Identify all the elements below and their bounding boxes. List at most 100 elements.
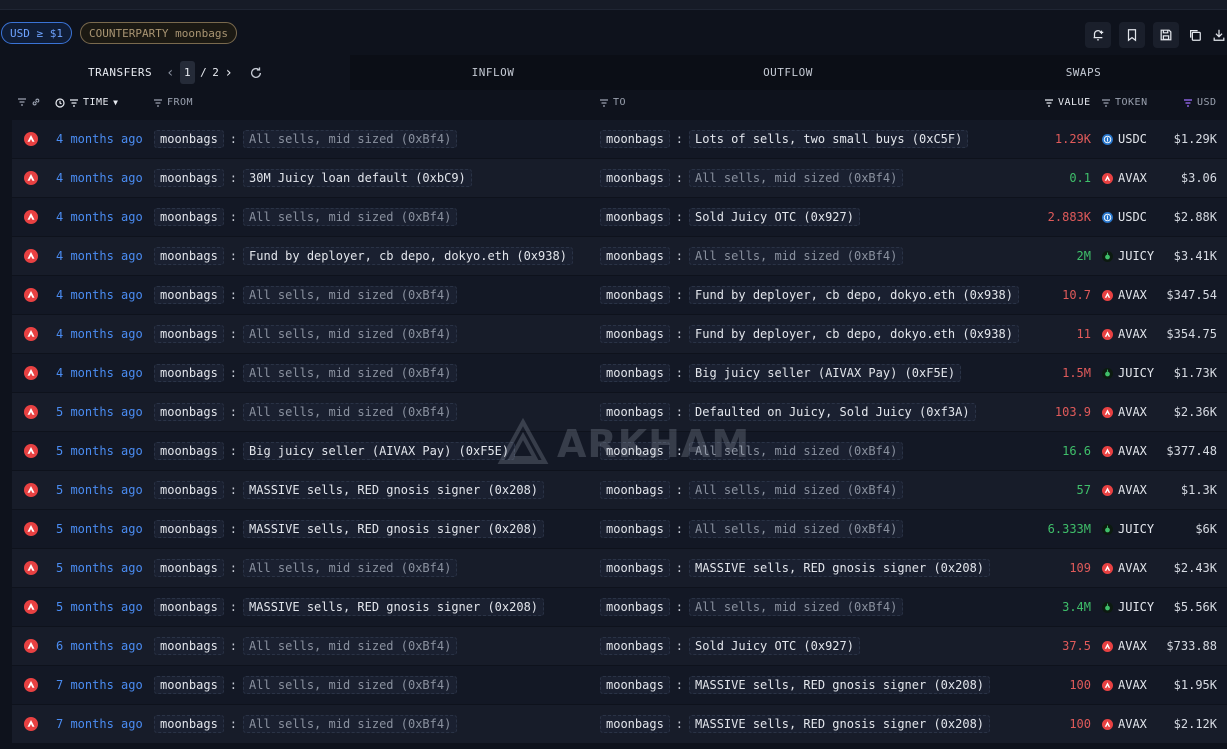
token-cell[interactable]: AVAX [1102, 315, 1147, 353]
from-address[interactable]: MASSIVE sells, RED gnosis signer (0x208) [243, 598, 545, 616]
token-cell[interactable]: JUICY [1102, 237, 1154, 275]
from-address[interactable]: All sells, mid sized (0xBf4) [243, 715, 458, 733]
to-address[interactable]: All sells, mid sized (0xBf4) [689, 442, 904, 460]
to-address[interactable]: All sells, mid sized (0xBf4) [689, 520, 904, 538]
to-entity[interactable]: moonbags [600, 598, 670, 616]
to-address[interactable]: Sold Juicy OTC (0x927) [689, 208, 860, 226]
table-row[interactable]: 5 months ago moonbags: MASSIVE sells, RED … [12, 510, 1227, 549]
tab-transfers[interactable]: TRANSFERS ‹ 1 / 2 › [0, 55, 350, 90]
from-address[interactable]: All sells, mid sized (0xBf4) [243, 676, 458, 694]
tab-inflow[interactable]: INFLOW [350, 55, 636, 90]
to-address[interactable]: MASSIVE sells, RED gnosis signer (0x208) [689, 715, 991, 733]
from-entity[interactable]: moonbags [154, 676, 224, 694]
from-address[interactable]: MASSIVE sells, RED gnosis signer (0x208) [243, 481, 545, 499]
tab-outflow[interactable]: OUTFLOW [636, 55, 940, 90]
time-link[interactable]: 6 months ago [56, 627, 143, 665]
alert-button[interactable] [1085, 22, 1111, 48]
to-address[interactable]: Lots of sells, two small buys (0xC5F) [689, 130, 969, 148]
to-entity[interactable]: moonbags [600, 403, 670, 421]
table-row[interactable]: 4 months ago moonbags: All sells, mid size… [12, 315, 1227, 354]
from-entity[interactable]: moonbags [154, 169, 224, 187]
to-address[interactable]: All sells, mid sized (0xBf4) [689, 247, 904, 265]
to-address[interactable]: Big juicy seller (AIVAX Pay) (0xF5E) [689, 364, 962, 382]
header-from[interactable]: FROM [153, 97, 193, 108]
usd-filter-chip[interactable]: USD ≥ $1 [1, 22, 72, 44]
from-entity[interactable]: moonbags [154, 715, 224, 733]
token-cell[interactable]: JUICY [1102, 354, 1154, 392]
from-address[interactable]: All sells, mid sized (0xBf4) [243, 286, 458, 304]
token-cell[interactable]: AVAX [1102, 549, 1147, 587]
table-row[interactable]: 5 months ago moonbags: MASSIVE sells, RED … [12, 588, 1227, 627]
token-cell[interactable]: AVAX [1102, 666, 1147, 704]
to-address[interactable]: MASSIVE sells, RED gnosis signer (0x208) [689, 676, 991, 694]
bookmark-button[interactable] [1119, 22, 1145, 48]
time-link[interactable]: 4 months ago [56, 159, 143, 197]
header-token[interactable]: TOKEN [1101, 97, 1148, 108]
from-address[interactable]: All sells, mid sized (0xBf4) [243, 208, 458, 226]
time-link[interactable]: 5 months ago [56, 510, 143, 548]
from-address[interactable]: All sells, mid sized (0xBf4) [243, 637, 458, 655]
token-cell[interactable]: USDC [1102, 120, 1147, 158]
download-button[interactable] [1211, 22, 1227, 48]
time-link[interactable]: 5 months ago [56, 471, 143, 509]
from-address[interactable]: All sells, mid sized (0xBf4) [243, 403, 458, 421]
to-entity[interactable]: moonbags [600, 559, 670, 577]
token-cell[interactable]: AVAX [1102, 627, 1147, 665]
table-row[interactable]: 4 months ago moonbags:30M Juicy loan defa… [12, 159, 1227, 198]
table-row[interactable]: 7 months ago moonbags: All sells, mid size… [12, 666, 1227, 705]
token-cell[interactable]: JUICY [1102, 588, 1154, 626]
from-entity[interactable]: moonbags [154, 403, 224, 421]
refresh-icon[interactable] [249, 66, 263, 80]
copy-button[interactable] [1187, 22, 1203, 48]
table-row[interactable]: 4 months ago moonbags: All sells, mid size… [12, 354, 1227, 393]
table-row[interactable]: 5 months ago moonbags: All sells, mid size… [12, 393, 1227, 432]
time-link[interactable]: 7 months ago [56, 705, 143, 743]
from-entity[interactable]: moonbags [154, 559, 224, 577]
from-address[interactable]: All sells, mid sized (0xBf4) [243, 325, 458, 343]
to-entity[interactable]: moonbags [600, 715, 670, 733]
to-entity[interactable]: moonbags [600, 481, 670, 499]
time-link[interactable]: 7 months ago [56, 666, 143, 704]
table-row[interactable]: 5 months ago moonbags: MASSIVE sells, RED … [12, 471, 1227, 510]
to-entity[interactable]: moonbags [600, 286, 670, 304]
to-address[interactable]: MASSIVE sells, RED gnosis signer (0x208) [689, 559, 991, 577]
from-address[interactable]: All sells, mid sized (0xBf4) [243, 364, 458, 382]
to-entity[interactable]: moonbags [600, 637, 670, 655]
to-address[interactable]: Fund by deployer, cb depo, dokyo.eth (0x… [689, 325, 1019, 343]
from-entity[interactable]: moonbags [154, 286, 224, 304]
from-entity[interactable]: moonbags [154, 442, 224, 460]
time-link[interactable]: 4 months ago [56, 198, 143, 236]
from-entity[interactable]: moonbags [154, 520, 224, 538]
counterparty-filter-chip[interactable]: COUNTERPARTY moonbags [79, 22, 238, 44]
from-entity[interactable]: moonbags [154, 130, 224, 148]
from-address[interactable]: All sells, mid sized (0xBf4) [243, 130, 458, 148]
to-entity[interactable]: moonbags [600, 169, 670, 187]
token-cell[interactable]: AVAX [1102, 393, 1147, 431]
table-row[interactable]: 4 months ago moonbags: All sells, mid size… [12, 276, 1227, 315]
time-link[interactable]: 5 months ago [56, 432, 143, 470]
to-entity[interactable]: moonbags [600, 442, 670, 460]
tab-swaps[interactable]: SWAPS [940, 55, 1227, 90]
token-cell[interactable]: USDC [1102, 198, 1147, 236]
token-cell[interactable]: AVAX [1102, 432, 1147, 470]
time-link[interactable]: 4 months ago [56, 354, 143, 392]
next-page-icon[interactable]: › [224, 65, 233, 81]
to-entity[interactable]: moonbags [600, 325, 670, 343]
to-entity[interactable]: moonbags [600, 247, 670, 265]
to-address[interactable]: All sells, mid sized (0xBf4) [689, 598, 904, 616]
table-row[interactable]: 4 months ago moonbags: Fund by deployer, c… [12, 237, 1227, 276]
save-button[interactable] [1153, 22, 1179, 48]
table-row[interactable]: 7 months ago moonbags: All sells, mid size… [12, 705, 1227, 744]
token-cell[interactable]: JUICY [1102, 510, 1154, 548]
to-address[interactable]: Fund by deployer, cb depo, dokyo.eth (0x… [689, 286, 1019, 304]
to-entity[interactable]: moonbags [600, 364, 670, 382]
from-address[interactable]: All sells, mid sized (0xBf4) [243, 559, 458, 577]
header-filter-link[interactable] [17, 97, 41, 107]
from-entity[interactable]: moonbags [154, 208, 224, 226]
to-address[interactable]: All sells, mid sized (0xBf4) [689, 481, 904, 499]
token-cell[interactable]: AVAX [1102, 471, 1147, 509]
time-link[interactable]: 4 months ago [56, 276, 143, 314]
time-link[interactable]: 5 months ago [56, 588, 143, 626]
to-entity[interactable]: moonbags [600, 130, 670, 148]
to-address[interactable]: Defaulted on Juicy, Sold Juicy (0xf3A) [689, 403, 976, 421]
